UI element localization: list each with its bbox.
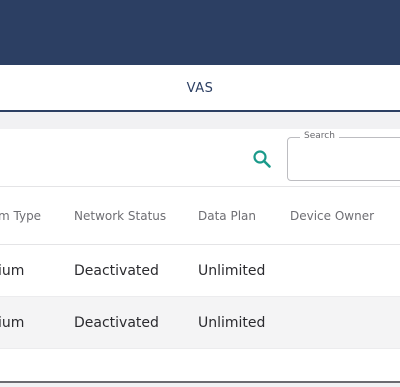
search-button[interactable] (250, 147, 274, 171)
tab-vas-label: VAS (186, 81, 214, 96)
cell-network-status: Deactivated (74, 263, 159, 279)
cell-sim-type: ium (0, 315, 25, 331)
tab-vas[interactable]: VAS (0, 65, 400, 112)
table-card: Search m Type Network Status Data Plan D… (0, 129, 400, 382)
app-header-bar (0, 0, 400, 65)
column-header-sim-type[interactable]: m Type (0, 188, 41, 245)
search-input[interactable]: Search (287, 131, 400, 181)
table-toolbar: Search (0, 129, 400, 187)
search-icon (253, 150, 271, 168)
table-row[interactable]: ium Deactivated Unlimited (0, 297, 400, 349)
tab-bar: VAS (0, 65, 400, 112)
table-row[interactable]: ium Deactivated Unlimited (0, 245, 400, 297)
tab-active-indicator (0, 110, 400, 112)
cell-data-plan: Unlimited (198, 315, 266, 331)
column-header-data-plan[interactable]: Data Plan (198, 188, 256, 245)
cell-data-plan: Unlimited (198, 263, 266, 279)
cell-sim-type: ium (0, 263, 25, 279)
table-bottom-border (0, 381, 400, 383)
column-header-network-status[interactable]: Network Status (74, 188, 166, 245)
search-input-label: Search (300, 131, 339, 141)
table-header-row: m Type Network Status Data Plan Device O… (0, 188, 400, 245)
cell-network-status: Deactivated (74, 315, 159, 331)
column-header-device-owner[interactable]: Device Owner (290, 188, 374, 245)
